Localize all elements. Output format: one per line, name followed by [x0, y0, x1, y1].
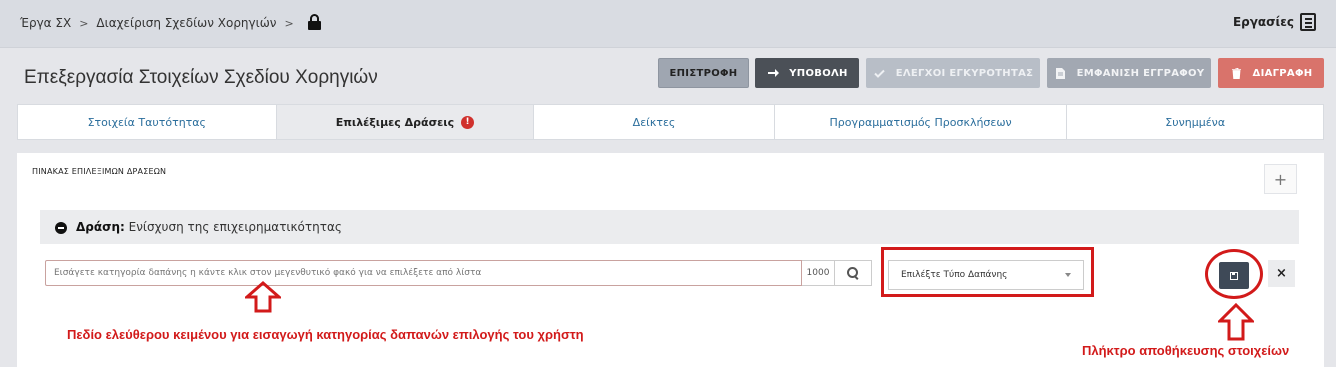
breadcrumb-item-projects[interactable]: Έργα ΣΧ — [20, 16, 71, 30]
tab-calls-planning-label: Προγραμματισμός Προσκλήσεων — [829, 115, 1012, 129]
tab-indicators[interactable]: Δείκτες — [534, 105, 775, 139]
validation-checks-button[interactable]: ΕΛΕΓΧΟΙ ΕΓΚΥΡΟΤΗΤΑΣ — [866, 58, 1040, 88]
close-icon[interactable]: × — [1268, 260, 1295, 287]
document-list-icon — [1300, 13, 1316, 31]
annotation-input-note: Πεδίο ελεύθερου κειμένου για εισαγωγή κα… — [67, 327, 584, 342]
search-icon — [847, 267, 859, 279]
annotation-save-note: Πλήκτρο αποθήκευσης στοιχείων — [1082, 343, 1290, 358]
tab-attachments-label: Συνημμένα — [1165, 115, 1226, 129]
tab-eligible-actions-label: Επιλέξιμες Δράσεις — [335, 115, 455, 129]
show-document-label: ΕΜΦΑΝΙΣΗ ΕΓΓΡΑΦΟΥ — [1076, 67, 1205, 79]
arrow-right-icon — [766, 68, 780, 78]
delete-button[interactable]: ΔΙΑΓΡΑΦΗ — [1218, 58, 1324, 88]
add-action-button[interactable]: + — [1264, 164, 1297, 194]
warning-icon: ! — [461, 115, 475, 129]
action-title: Δράση: Ενίσχυση της επιχειρηματικότητας — [76, 220, 342, 234]
tab-identity[interactable]: Στοιχεία Ταυτότητας — [18, 105, 277, 139]
tab-bar: Στοιχεία Ταυτότητας Επιλέξιμες Δράσεις !… — [17, 104, 1324, 140]
annotation-arrow-up-icon — [245, 281, 281, 313]
submit-button[interactable]: ΥΠΟΒΟΛΗ — [755, 58, 859, 88]
lookup-button[interactable] — [835, 260, 872, 286]
action-row: Δράση: Ενίσχυση της επιχειρηματικότητας — [40, 210, 1299, 244]
collapse-icon[interactable] — [55, 222, 67, 234]
tab-eligible-actions[interactable]: Επιλέξιμες Δράσεις ! — [276, 105, 535, 139]
action-name: Ενίσχυση της επιχειρηματικότητας — [128, 220, 342, 234]
expense-category-field: 1000 — [45, 260, 872, 286]
tab-indicators-label: Δείκτες — [632, 115, 676, 129]
document-icon — [1054, 67, 1068, 79]
eligible-actions-panel: ΠΙΝΑΚΑΣ ΕΠΙΛΕΞΙΜΩΝ ΔΡΑΣΕΩΝ + Δράση: Ενίσ… — [17, 153, 1324, 367]
breadcrumb-separator: > — [284, 16, 294, 30]
breadcrumb-item-plans[interactable]: Διαχείριση Σχεδίων Χορηγιών — [96, 16, 276, 30]
action-prefix: Δράση: — [76, 220, 125, 234]
tasks-menu[interactable]: Εργασίες — [1233, 13, 1316, 31]
delete-button-label: ΔΙΑΓΡΑΦΗ — [1252, 67, 1313, 79]
breadcrumb-separator: > — [79, 16, 89, 30]
annotation-highlight-save — [1205, 249, 1263, 299]
annotation-arrow-up-icon — [1218, 303, 1254, 341]
submit-button-label: ΥΠΟΒΟΛΗ — [789, 67, 848, 79]
panel-title: ΠΙΝΑΚΑΣ ΕΠΙΛΕΞΙΜΩΝ ΔΡΑΣΕΩΝ — [32, 167, 167, 176]
validation-checks-label: ΕΛΕΓΧΟΙ ΕΓΚΥΡΟΤΗΤΑΣ — [895, 67, 1034, 79]
tab-attachments[interactable]: Συνημμένα — [1067, 105, 1323, 139]
back-button[interactable]: ΕΠΙΣΤΡΟΦΗ — [658, 58, 749, 88]
char-counter: 1000 — [802, 260, 835, 286]
back-button-label: ΕΠΙΣΤΡΟΦΗ — [669, 67, 738, 79]
tab-calls-planning[interactable]: Προγραμματισμός Προσκλήσεων — [775, 105, 1068, 139]
check-icon — [873, 69, 887, 78]
page-title: Επεξεργασία Στοιχείων Σχεδίου Χορηγιών — [24, 67, 378, 88]
breadcrumb: Έργα ΣΧ > Διαχείριση Σχεδίων Χορηγιών > — [20, 14, 321, 31]
annotation-highlight-select — [881, 247, 1094, 297]
show-document-button[interactable]: ΕΜΦΑΝΙΣΗ ΕΓΓΡΑΦΟΥ — [1047, 58, 1211, 88]
trash-icon — [1230, 67, 1244, 79]
lock-icon — [307, 14, 321, 30]
top-bar: Έργα ΣΧ > Διαχείριση Σχεδίων Χορηγιών > … — [0, 0, 1336, 48]
tab-identity-label: Στοιχεία Ταυτότητας — [87, 115, 206, 129]
expense-category-input[interactable] — [45, 260, 802, 286]
tasks-label: Εργασίες — [1232, 15, 1294, 29]
